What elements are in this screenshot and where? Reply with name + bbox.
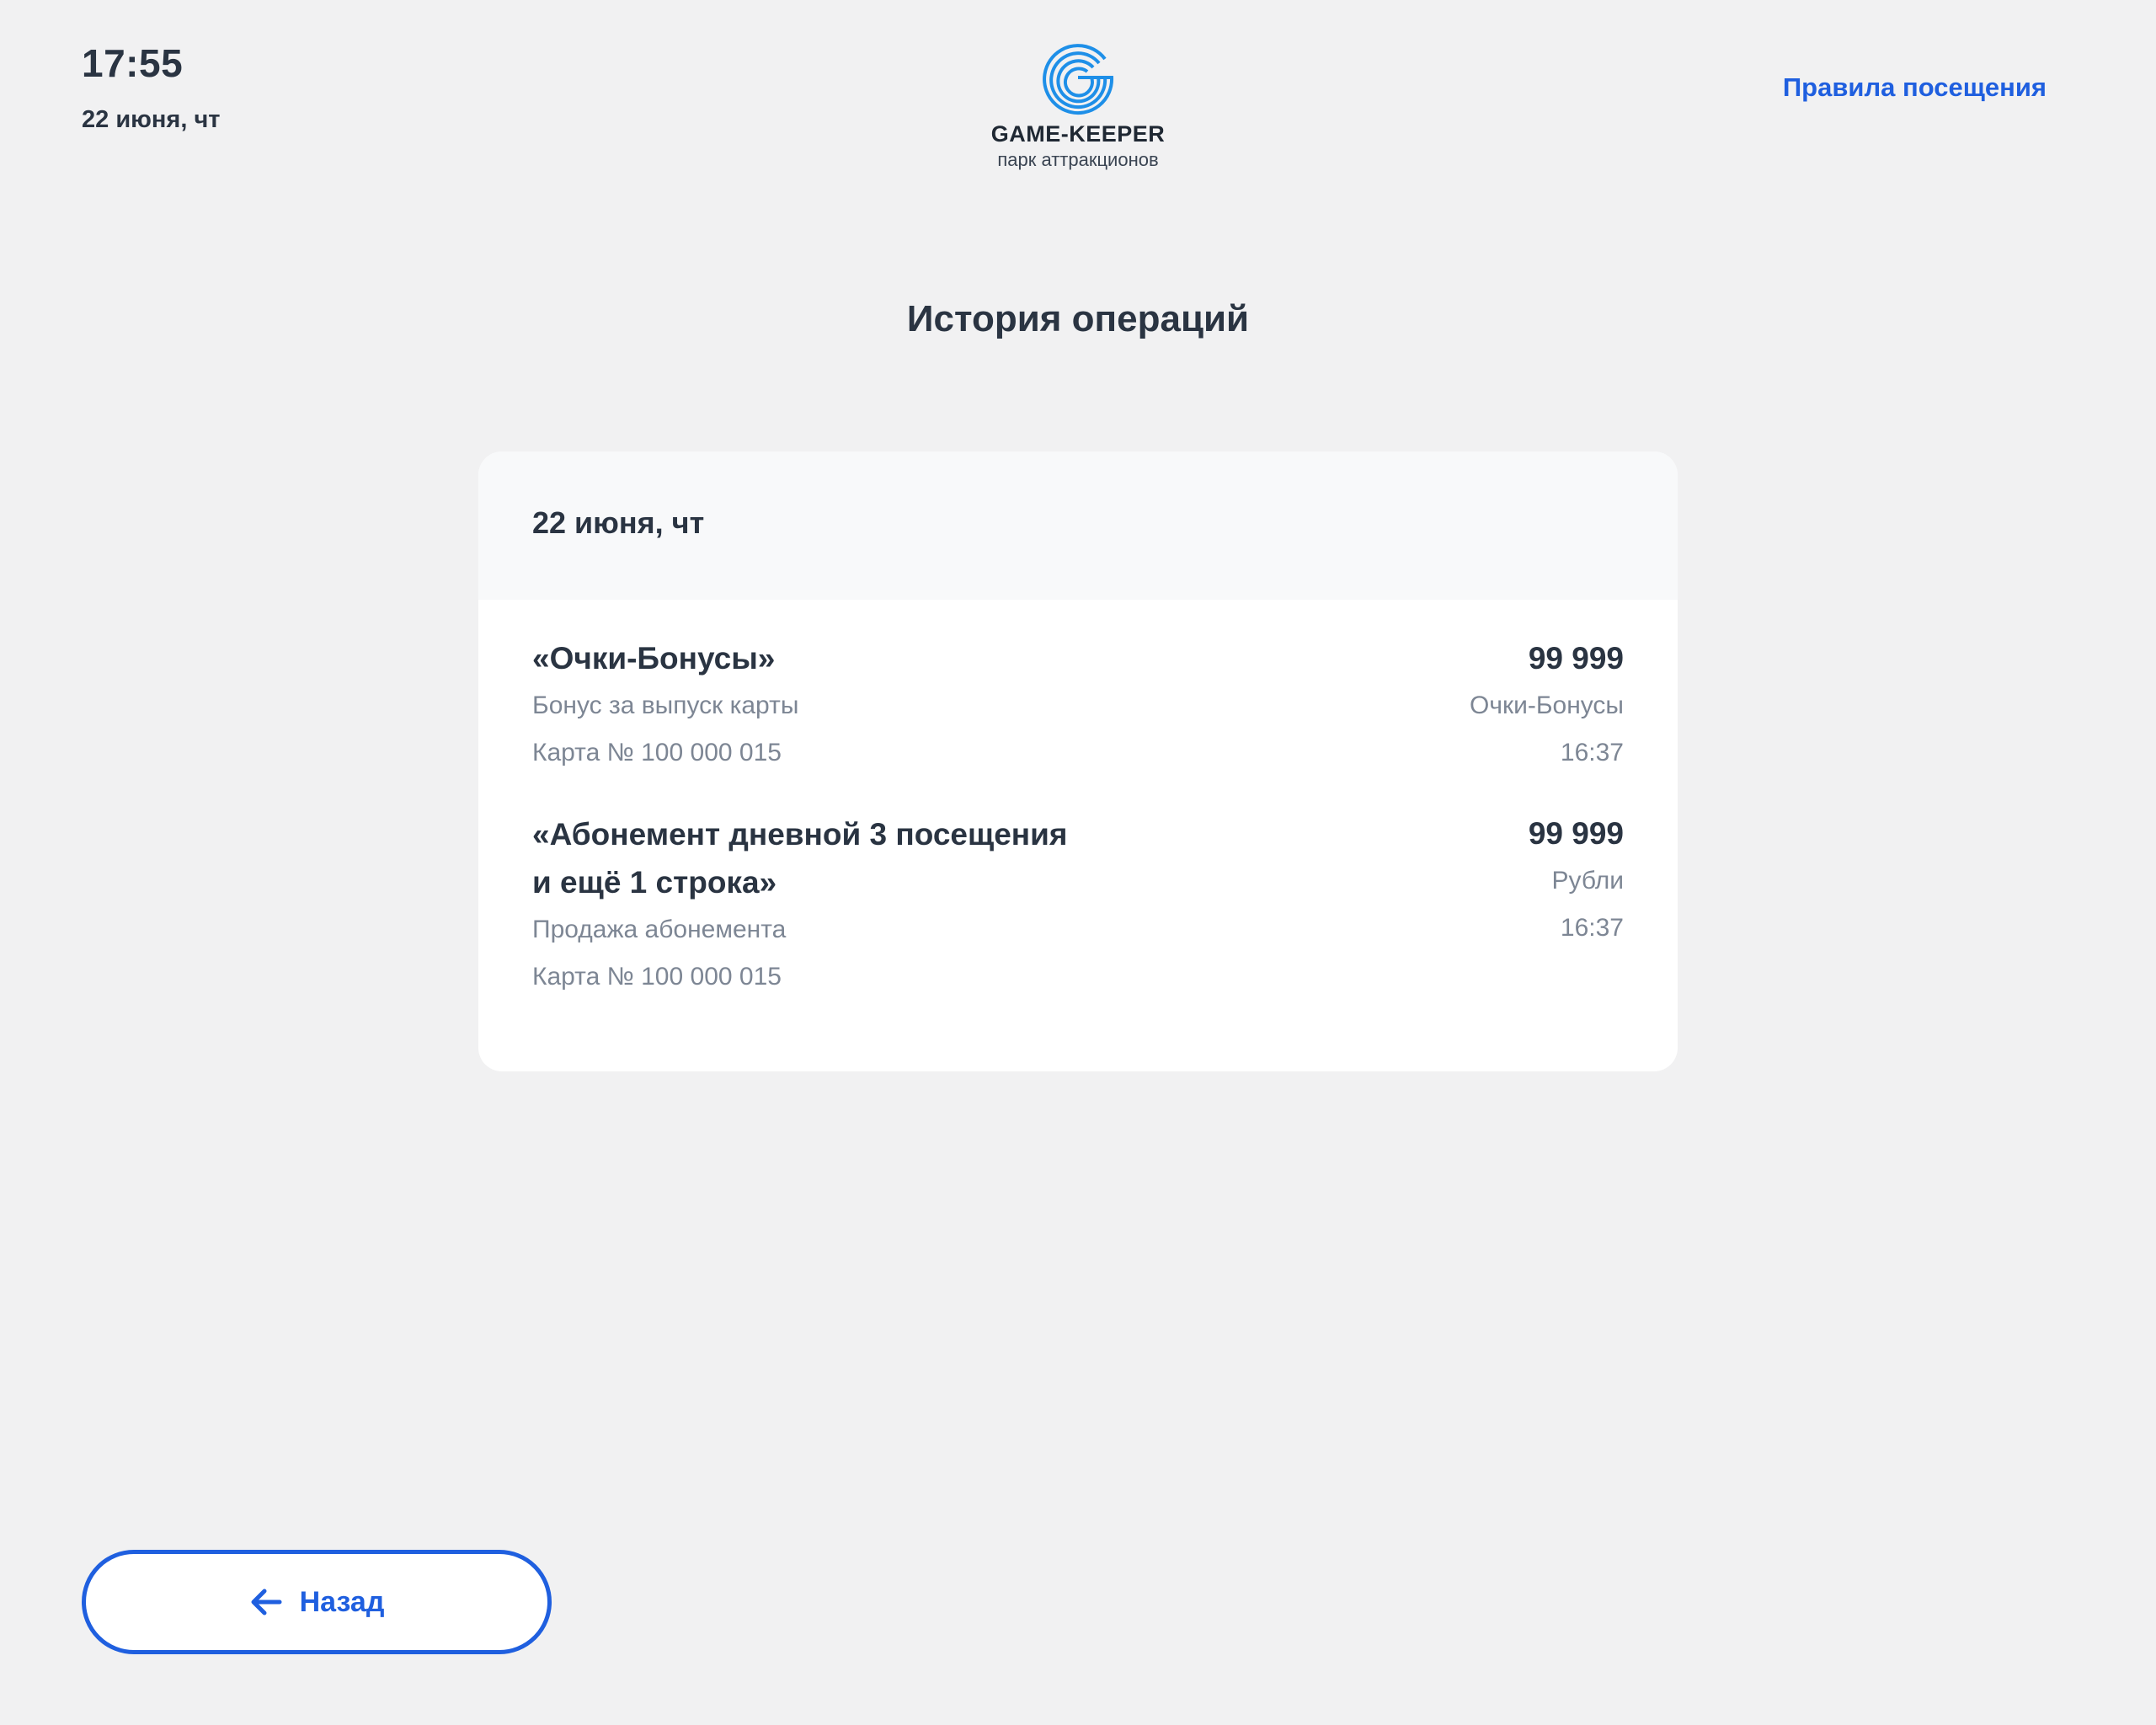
arrow-left-icon (249, 1587, 283, 1617)
logo-subtitle: парк аттракционов (997, 149, 1159, 170)
clock-time: 17:55 (82, 41, 184, 85)
operation-title-line: и ещё 1 строка» (532, 865, 777, 900)
operation-description: Бонус за выпуск карты (532, 692, 799, 719)
operation-title: «Абонемент дневной 3 посещения и ещё 1 с… (532, 810, 1139, 906)
operation-time: 16:37 (1560, 739, 1624, 766)
visit-rules-link[interactable]: Правила посещения (1783, 72, 2047, 103)
operation-currency: Очки-Бонусы (1469, 692, 1624, 719)
current-date: 22 июня, чт (82, 106, 221, 133)
operation-card-number: Карта № 100 000 015 (532, 739, 782, 766)
operation-currency: Рубли (1551, 867, 1624, 895)
logo: GAME-KEEPER парк аттракционов (910, 37, 1246, 171)
back-button[interactable]: Назад (82, 1550, 552, 1654)
logo-name: GAME-KEEPER (990, 121, 1166, 147)
operations-history-card: 22 июня, чт «Очки-Бонусы» Бонус за выпус… (478, 451, 1678, 1071)
operation-description: Продажа абонемента (532, 916, 787, 943)
operation-amount: 99 999 (1528, 816, 1624, 851)
operation-time: 16:37 (1560, 914, 1624, 942)
game-keeper-logo-icon (1043, 44, 1114, 115)
operation-item[interactable]: «Абонемент дневной 3 посещения и ещё 1 с… (532, 810, 1624, 1001)
page-title: История операций (906, 298, 1250, 339)
operation-item[interactable]: «Очки-Бонусы» Бонус за выпуск карты Карт… (532, 635, 1624, 777)
back-button-label: Назад (299, 1585, 385, 1618)
operation-title: «Очки-Бонусы» (532, 641, 776, 676)
operation-title-line: «Абонемент дневной 3 посещения (532, 817, 1068, 852)
operations-list: «Очки-Бонусы» Бонус за выпуск карты Карт… (478, 635, 1678, 1001)
operation-card-number: Карта № 100 000 015 (532, 963, 782, 991)
history-group-date: 22 июня, чт (478, 451, 1678, 600)
operation-amount: 99 999 (1528, 641, 1624, 676)
